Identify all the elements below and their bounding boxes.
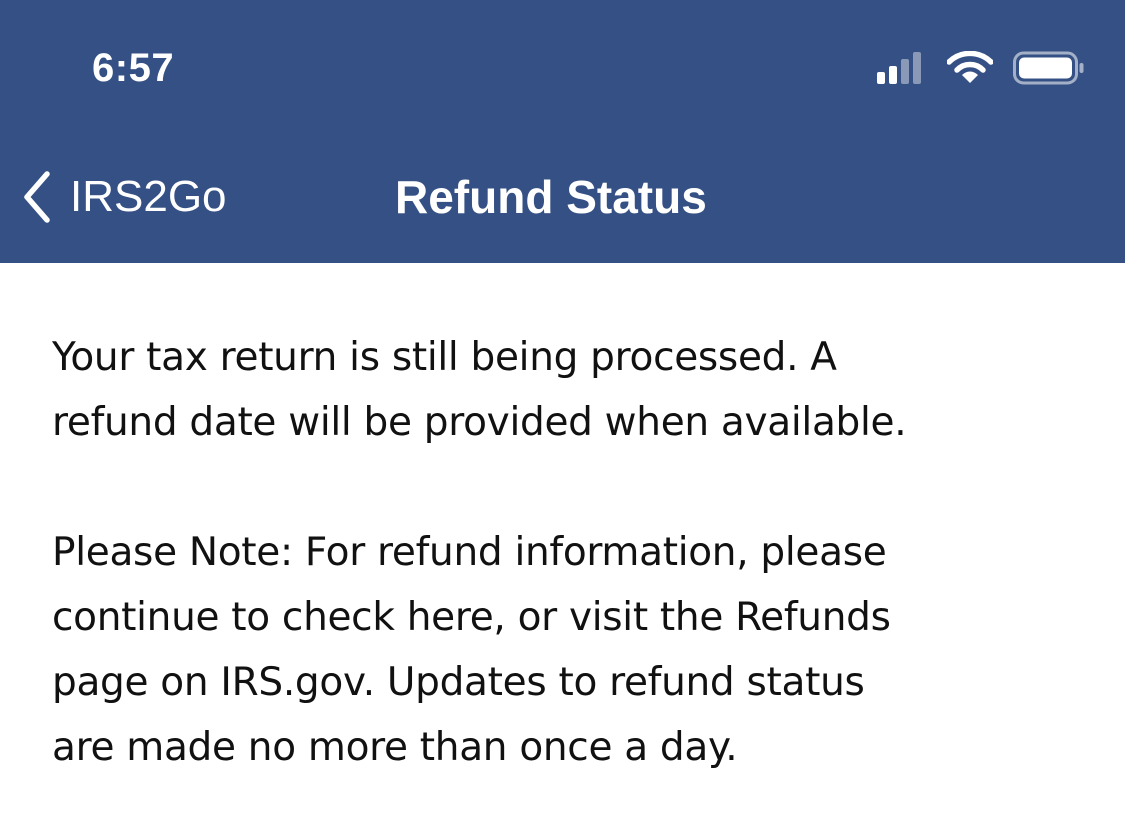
chevron-left-icon bbox=[24, 171, 50, 223]
back-button-label: IRS2Go bbox=[70, 172, 227, 221]
cellular-signal-icon bbox=[877, 52, 925, 84]
page-title: Refund Status bbox=[395, 171, 707, 223]
refund-note: Please Note: For refund information, ple… bbox=[52, 530, 891, 770]
refund-status-content: Your tax return is still being processed… bbox=[52, 325, 1092, 780]
battery-icon bbox=[1013, 51, 1084, 85]
back-button[interactable]: IRS2Go bbox=[22, 165, 227, 229]
status-message: Your tax return is still being processed… bbox=[52, 335, 907, 445]
wifi-icon bbox=[947, 51, 993, 83]
status-icons bbox=[877, 50, 1085, 86]
status-time: 6:57 bbox=[92, 46, 175, 90]
app-header: 6:57 IRS2Go Refund Status bbox=[0, 0, 1125, 263]
